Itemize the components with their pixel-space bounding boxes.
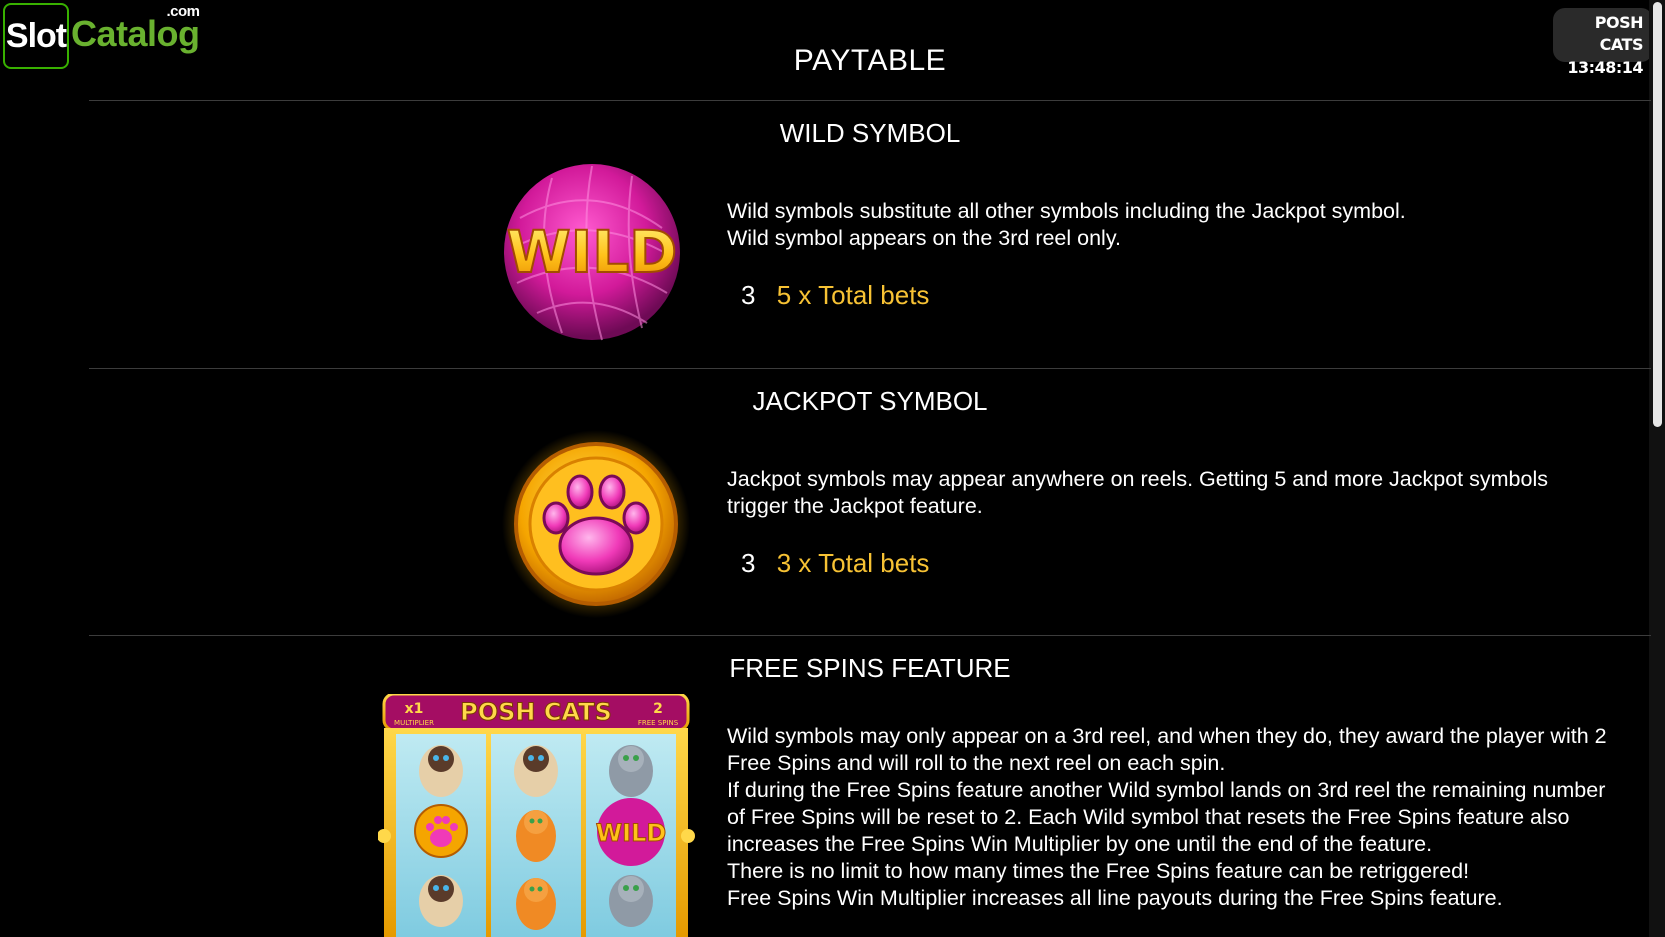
cat-grey-icon [609, 875, 653, 927]
wild-line: Wild symbol appears on the 3rd reel only… [727, 226, 1121, 250]
cat-grey-icon [609, 745, 653, 797]
wild-pay-amount: 5 x Total bets [776, 280, 930, 310]
jackpot-payout: 3 3 x Total bets [741, 548, 929, 579]
wild-line: Wild symbols substitute all other symbol… [727, 199, 1406, 223]
wild-symbol-text: WILD [507, 218, 678, 286]
page-title: PAYTABLE [793, 44, 947, 77]
reels-preview-image: x1 MULTIPLIER POSH CATS 2 FREE SPINS WIL… [378, 694, 695, 937]
paw-coin-icon [502, 430, 690, 618]
free-spins-line: Free Spins Win Multiplier increases all … [727, 886, 1503, 910]
jackpot-description: Jackpot symbols may appear anywhere on r… [727, 466, 1647, 520]
cat-siamese-icon [514, 745, 558, 797]
wild-section-title: WILD SYMBOL [779, 118, 961, 148]
free-spins-line: Wild symbols may only appear on a 3rd re… [727, 724, 1607, 748]
jackpot-pay-amount: 3 x Total bets [776, 548, 930, 578]
jackpot-section-title: JACKPOT SYMBOL [752, 386, 988, 416]
free-spins-label: FREE SPINS [638, 719, 679, 727]
wild-payout: 3 5 x Total bets [741, 280, 929, 311]
free-spins-line: Free Spins and will roll to the next ree… [727, 751, 1226, 775]
wild-pay-count: 3 [741, 280, 756, 310]
free-spins-value: 2 [653, 701, 663, 717]
logo-dotcom: .com [166, 3, 201, 20]
wild-small-text: WILD [596, 819, 667, 847]
cat-siamese-icon [419, 875, 463, 927]
multiplier-label: MULTIPLIER [394, 719, 434, 727]
wild-symbol-icon: WILD [504, 164, 680, 341]
jackpot-line: trigger the Jackpot feature. [727, 494, 983, 518]
free-spins-description: Wild symbols may only appear on a 3rd re… [727, 723, 1647, 912]
cat-orange-icon [516, 810, 556, 862]
paytable-page: Slot Catalog .com POSH CATS 13:48:14 PAY… [0, 0, 1665, 937]
free-spins-line: If during the Free Spins feature another… [727, 778, 1606, 802]
divider [89, 635, 1651, 636]
free-spins-line: There is no limit to how many times the … [727, 859, 1470, 883]
divider [89, 368, 1651, 369]
wild-description: Wild symbols substitute all other symbol… [727, 198, 1647, 252]
free-spins-section-title: FREE SPINS FEATURE [729, 653, 1011, 683]
multiplier-value: x1 [405, 701, 424, 717]
posh-cats-logo: POSH CATS [460, 698, 612, 726]
cat-orange-icon [516, 878, 556, 930]
jackpot-pay-count: 3 [741, 548, 756, 578]
jackpot-line: Jackpot symbols may appear anywhere on r… [727, 467, 1548, 491]
free-spins-line: of Free Spins will be reset to 2. Each W… [727, 805, 1570, 829]
free-spins-line: increases the Free Spins Win Multiplier … [727, 832, 1433, 856]
paw-coin-small-icon [414, 804, 468, 858]
divider [89, 100, 1651, 101]
cat-siamese-icon [419, 745, 463, 797]
